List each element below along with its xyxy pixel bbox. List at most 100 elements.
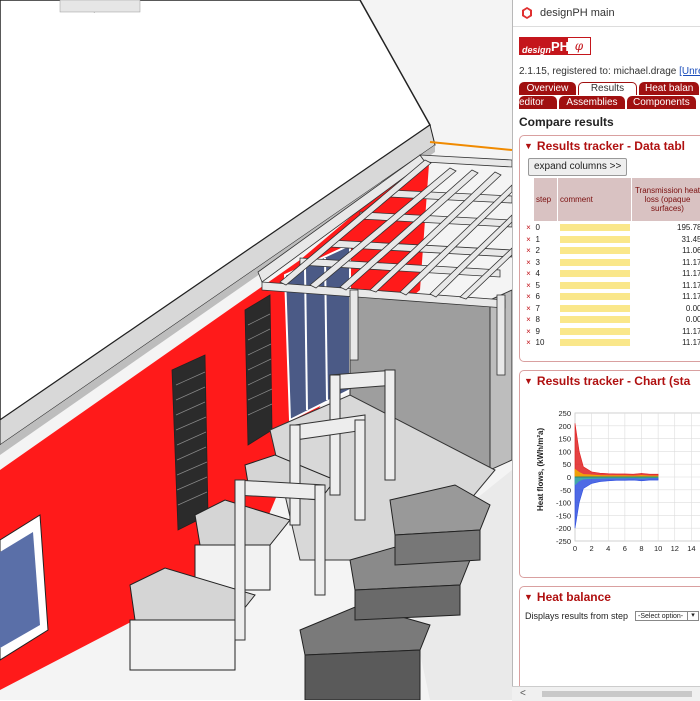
row-transmission-value: 11.17 [632, 337, 700, 349]
col-transmission: Transmission heat loss (opaque surfaces) [632, 178, 700, 222]
row-transmission-value: 11.17 [632, 291, 700, 303]
table-row: ×1 31.45 [524, 234, 700, 246]
row-comment-field[interactable] [558, 326, 632, 338]
tab-components[interactable]: Components [627, 96, 696, 109]
remove-row-icon[interactable]: × [524, 303, 534, 315]
heat-balance-section: ▼Heat balance Displays results from step… [519, 586, 700, 696]
chart-x-tick: 10 [654, 544, 662, 553]
chart-y-tick: 50 [563, 460, 571, 469]
tab-results[interactable]: Results [578, 82, 637, 95]
remove-row-icon[interactable]: × [524, 268, 534, 280]
col-step: step [534, 178, 558, 222]
chart-y-tick: -100 [556, 499, 571, 508]
row-step: 6 [534, 291, 558, 303]
page-heading: Compare results [519, 115, 614, 129]
step-select-value: -Select option- [638, 613, 683, 620]
remove-row-icon[interactable]: × [524, 222, 534, 234]
row-comment-field[interactable] [558, 222, 632, 234]
unregister-link[interactable]: [Unregi [679, 66, 700, 77]
row-comment-field[interactable] [558, 257, 632, 269]
row-transmission-value: 0.00 [632, 303, 700, 315]
table-row: ×2 11.06 [524, 245, 700, 257]
row-comment-field[interactable] [558, 337, 632, 349]
table-row: ×8 0.00 [524, 314, 700, 326]
remove-row-icon[interactable]: × [524, 257, 534, 269]
remove-row-icon[interactable]: × [524, 245, 534, 257]
tab-overview[interactable]: Overview [519, 82, 576, 95]
row-step: 5 [534, 280, 558, 292]
designph-logo: designPH φ [519, 37, 591, 55]
collapse-triangle-icon[interactable]: ▼ [524, 592, 533, 602]
collapse-triangle-icon[interactable]: ▼ [524, 141, 533, 151]
remove-row-icon[interactable]: × [524, 326, 534, 338]
tab-assemblies[interactable]: Assemblies [559, 96, 625, 109]
designph-panel: designPH main designPH φ 2.1.15, registe… [512, 0, 700, 700]
table-row: ×311.17 [524, 257, 700, 269]
chart-y-tick: 100 [558, 447, 571, 456]
row-transmission-value: 11.06 [632, 245, 700, 257]
remove-row-icon[interactable]: × [524, 234, 534, 246]
chart-y-tick: 150 [558, 435, 571, 444]
row-comment-field[interactable] [558, 234, 632, 246]
row-comment-field[interactable] [558, 268, 632, 280]
results-chart-section: ▼Results tracker - Chart (sta Heat flows… [519, 370, 700, 578]
expand-columns-button[interactable]: expand columns >> [528, 158, 627, 176]
row-transmission-value: 0.00 [632, 314, 700, 326]
row-comment-field[interactable] [558, 280, 632, 292]
tab-heat-balance[interactable]: Heat balan [639, 82, 699, 95]
section-header[interactable]: ▼ Results tracker - Chart (sta [520, 371, 700, 388]
window-titlebar: designPH main [513, 0, 700, 27]
step-select[interactable]: -Select option- ▾ [635, 611, 699, 621]
row-transmission-value: 11.17 [632, 257, 700, 269]
results-table: step comment Transmission heat loss (opa… [523, 177, 700, 349]
logo-symbol: φ [567, 37, 591, 55]
chart-y-tick: -150 [556, 511, 571, 520]
dropdown-arrow-icon: ▾ [687, 612, 698, 620]
chart-y-tick: -50 [560, 486, 571, 495]
table-row: ×0195.78 [524, 222, 700, 234]
row-comment-field[interactable] [558, 245, 632, 257]
building-model-render [0, 0, 512, 700]
table-row: ×1011.17 [524, 337, 700, 349]
row-step: 2 [534, 245, 558, 257]
version-line: 2.1.15, registered to: michael.drage [Un… [519, 66, 700, 77]
remove-row-icon[interactable]: × [524, 314, 534, 326]
chart-y-tick: -200 [556, 524, 571, 533]
horizontal-scrollbar[interactable]: < [512, 686, 700, 701]
heat-flow-chart: 250200150100500-50-100-150-200-250024681… [520, 391, 700, 581]
row-comment-field[interactable] [558, 314, 632, 326]
scroll-left-arrow-icon[interactable]: < [520, 688, 526, 699]
version-text: 2.1.15, registered to: michael.drage [519, 66, 679, 77]
row-transmission-value: 31.45 [632, 234, 700, 246]
tab-editor[interactable]: editor [519, 96, 557, 109]
row-step: 1 [534, 234, 558, 246]
results-data-table-section: ▼Results tracker - Data tabl expand colu… [519, 135, 700, 362]
row-comment-field[interactable] [558, 291, 632, 303]
3d-model-viewport[interactable] [0, 0, 512, 700]
logo-word-ph: PH [551, 39, 569, 55]
row-step: 8 [534, 314, 558, 326]
sketchup-app-icon [521, 7, 533, 19]
table-row: ×70.00 [524, 303, 700, 315]
row-comment-field[interactable] [558, 303, 632, 315]
table-row: ×6 11.17 [524, 291, 700, 303]
remove-row-icon[interactable]: × [524, 291, 534, 303]
remove-row-icon[interactable]: × [524, 280, 534, 292]
window-title: designPH main [540, 7, 615, 19]
section-header[interactable]: ▼Results tracker - Data tabl [520, 136, 700, 153]
section-header[interactable]: ▼Heat balance [520, 587, 700, 604]
table-row: ×4 11.17 [524, 268, 700, 280]
heat-balance-description: Displays results from step [525, 611, 628, 621]
section-title: Results tracker - Chart (sta [537, 374, 690, 388]
chart-y-tick: 0 [567, 473, 571, 482]
row-step: 4 [534, 268, 558, 280]
collapse-triangle-icon[interactable]: ▼ [524, 376, 533, 386]
row-transmission-value: 11.17 [632, 268, 700, 280]
row-transmission-value: 11.17 [632, 280, 700, 292]
col-comment: comment [558, 178, 632, 222]
chart-x-tick: 4 [606, 544, 610, 553]
row-transmission-value: 195.78 [632, 222, 700, 234]
chart-y-tick: 200 [558, 422, 571, 431]
scrollbar-thumb[interactable] [542, 691, 692, 697]
remove-row-icon[interactable]: × [524, 337, 534, 349]
